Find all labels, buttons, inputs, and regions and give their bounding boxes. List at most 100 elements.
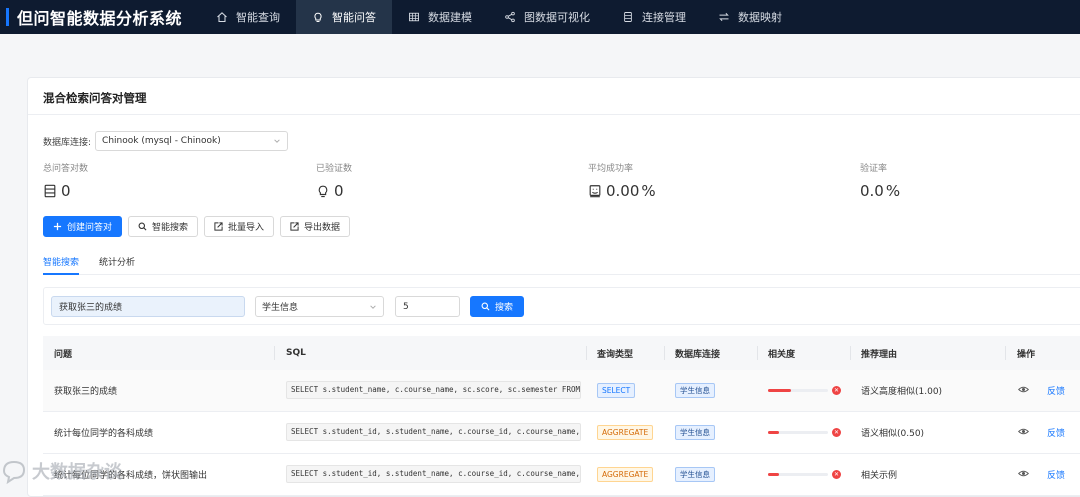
nav-item-connection-mgmt[interactable]: 连接管理 [606,0,702,34]
eye-icon[interactable] [1018,384,1029,395]
query-type-badge: AGGREGATE [597,425,654,440]
reason-cell: 相关示例 [861,471,898,481]
stat-avg-success: 平均成功率 0.00% [588,161,656,200]
tab-statistics[interactable]: 统计分析 [99,255,135,275]
search-icon [481,302,490,311]
stat-value: 0 [334,182,344,200]
table-icon [409,12,419,22]
relevance-fill [768,431,779,434]
column-header: 问题 [54,349,73,360]
column-separator [664,346,665,360]
table-row[interactable]: 统计每位同学的各科成绩，饼状图输出 SELECT s.student_id, s… [43,454,1080,496]
db-connection-select[interactable]: Chinook (mysql - Chinook) [95,131,289,151]
relevance-bar: ✕ [768,428,841,437]
search-input[interactable]: 获取张三的成绩 [51,296,245,317]
button-label: 智能搜索 [152,223,189,233]
stat-value-row: 0 [316,182,352,200]
stat-value-row: 0.0% [860,182,900,200]
stat-verified: 已验证数 0 [316,161,352,200]
watermark-text: 大数据杂谈 [32,462,122,483]
export-data-button[interactable]: 导出数据 [280,216,351,237]
share-icon [505,11,515,23]
column-separator [586,346,587,360]
stat-value-row: 0.00% [588,182,656,200]
sql-cell: SELECT s.student_name, c.course_name, sc… [286,381,581,399]
nav-label: 连接管理 [642,11,686,24]
page-title: 混合检索问答对管理 [43,91,147,105]
brand: 但问智能数据分析系统 [0,0,200,34]
nav-item-smart-qa[interactable]: 智能问答 [296,0,392,34]
button-label: 创建问答对 [67,223,113,233]
stat-verify-rate: 验证率 0.0% [860,161,900,200]
nav-item-smart-query[interactable]: 智能查询 [200,0,296,34]
column-separator [757,346,758,360]
close-circle-icon: ✕ [832,470,841,479]
nav-label: 智能问答 [332,11,376,24]
button-label: 导出数据 [304,223,341,233]
feedback-link[interactable]: 反馈 [1047,426,1065,439]
nav-label: 数据映射 [738,11,782,24]
nav-item-graph-viz[interactable]: 图数据可视化 [488,0,606,34]
nav-label: 智能查询 [236,11,280,24]
feedback-link[interactable]: 反馈 [1047,468,1065,481]
bulb-icon [314,12,322,22]
stat-label: 总问答对数 [43,164,89,174]
column-header: 推荐理由 [861,349,898,360]
query-type-badge: SELECT [597,383,636,398]
sql-cell: SELECT s.student_id, s.student_name, c.c… [286,423,581,441]
db-connection-label: 数据库连接: [43,137,92,148]
database-icon [624,12,632,22]
smart-search-button[interactable]: 智能搜索 [128,216,199,237]
eye-icon[interactable] [1018,426,1029,437]
stat-value: 0 [61,182,71,200]
eye-icon[interactable] [1018,468,1029,479]
nav-label: 图数据可视化 [524,11,590,24]
tab-bar: 智能搜索 统计分析 [43,255,1080,275]
column-header: 数据库连接 [675,349,721,360]
search-icon [138,222,147,231]
relevance-bar: ✕ [768,386,841,395]
stat-value: 0.00 [606,182,640,200]
chat-bubble-icon [2,460,26,485]
results-table: 问题 SQL 查询类型 数据库连接 相关度 推荐理由 操作 获取张三的成绩 SE… [43,336,1080,496]
create-qa-button[interactable]: 创建问答对 [43,216,123,237]
search-panel: 获取张三的成绩 学生信息 5 搜索 [43,287,1080,325]
feedback-link[interactable]: 反馈 [1047,384,1065,397]
column-separator [274,346,275,360]
table-row[interactable]: 获取张三的成绩 SELECT s.student_name, c.course_… [43,370,1080,412]
relevance-bar: ✕ [768,470,841,479]
stat-unit: % [641,182,656,200]
stat-label: 平均成功率 [588,164,634,174]
nav-item-data-modeling[interactable]: 数据建模 [392,0,488,34]
top-k-input[interactable]: 5 [395,296,460,317]
plus-icon [53,222,62,231]
tab-smart-search[interactable]: 智能搜索 [43,255,80,275]
category-value: 学生信息 [262,303,299,313]
category-select[interactable]: 学生信息 [255,296,384,317]
button-label: 搜索 [495,303,514,313]
home-icon [217,12,227,23]
button-label: 批量导入 [228,223,265,233]
table-row[interactable]: 统计每位同学的各科成绩 SELECT s.student_id, s.stude… [43,412,1080,454]
db-badge: 学生信息 [675,425,715,440]
brand-accent-bar [6,8,9,26]
search-button[interactable]: 搜索 [470,296,525,317]
import-icon [214,222,223,231]
query-type-badge: AGGREGATE [597,467,654,482]
export-icon [290,222,299,231]
column-header: 查询类型 [597,349,634,360]
trophy-icon [589,185,601,198]
column-separator [1005,346,1006,360]
nav-item-data-mapping[interactable]: 数据映射 [702,0,798,34]
top-navbar: 但问智能数据分析系统 智能查询 智能问答 数据建模 图数据可视化 连接管理 数据… [0,0,1080,34]
watermark: 大数据杂谈 [0,457,122,485]
database-icon [44,184,56,198]
column-header: 操作 [1017,349,1036,360]
column-separator [850,346,851,360]
column-header: 相关度 [768,349,796,360]
reason-cell: 语义高度相似(1.00) [861,387,943,397]
question-cell: 统计每位同学的各科成绩 [54,429,154,439]
batch-import-button[interactable]: 批量导入 [204,216,275,237]
db-badge: 学生信息 [675,467,715,482]
db-connection-value: Chinook (mysql - Chinook) [102,136,221,146]
